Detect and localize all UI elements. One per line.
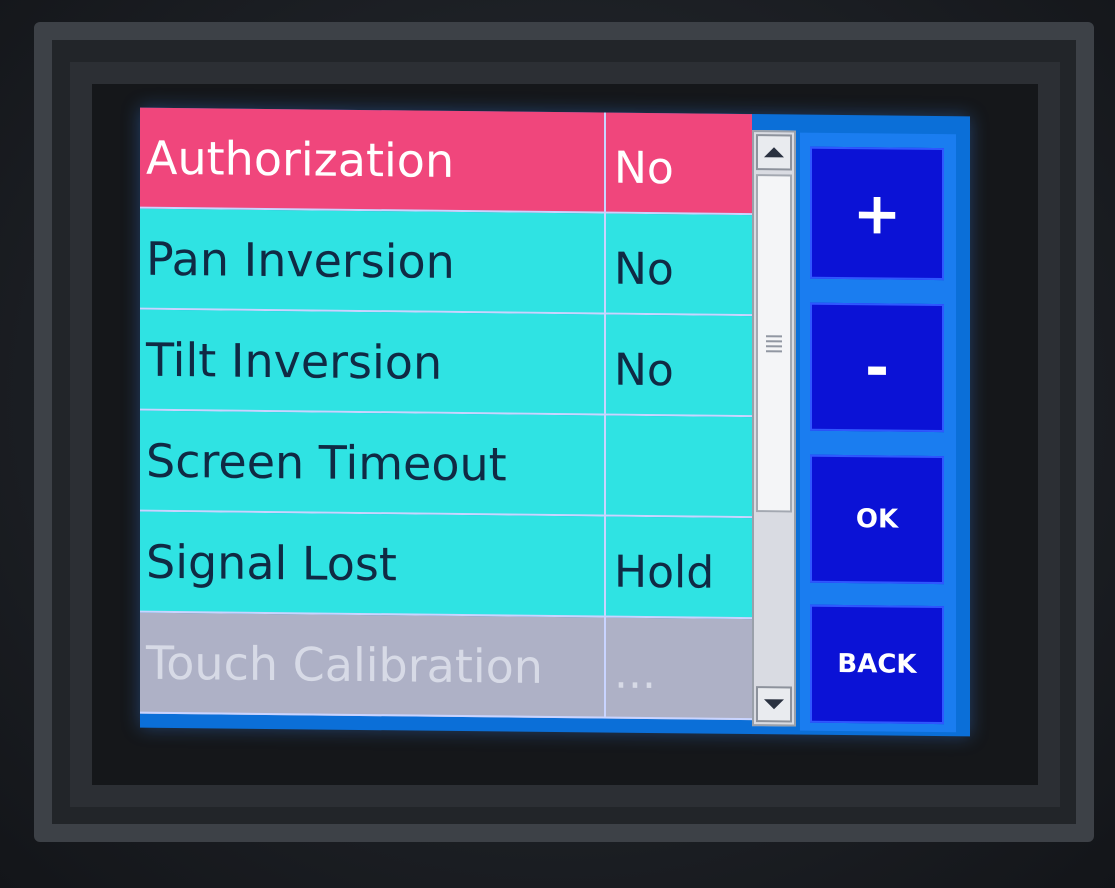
grip-icon (766, 334, 782, 352)
row-value: No (614, 243, 674, 296)
row-value: Hold (614, 546, 715, 599)
row-label: Screen Timeout (140, 410, 606, 515)
scroll-thumb[interactable] (756, 174, 792, 513)
row-label: Tilt Inversion (140, 309, 606, 414)
increment-button[interactable]: + (810, 146, 944, 281)
list-item-screen-timeout[interactable]: Screen Timeout (140, 410, 752, 519)
action-panel: + - OK BACK (800, 132, 956, 733)
list-item-touch-calibration[interactable]: Touch Calibration ... (140, 612, 752, 721)
scroll-down-button[interactable] (756, 686, 792, 723)
touch-screen: Authorization No Pan Inversion No Tilt I… (140, 107, 970, 737)
device-housing: Authorization No Pan Inversion No Tilt I… (0, 0, 1115, 888)
list-item-tilt-inversion[interactable]: Tilt Inversion No (140, 309, 752, 418)
decrement-button[interactable]: - (810, 302, 944, 433)
arrow-down-icon (764, 699, 784, 710)
list-item-signal-lost[interactable]: Signal Lost Hold (140, 511, 752, 620)
row-value: ... (614, 647, 656, 700)
settings-list: Authorization No Pan Inversion No Tilt I… (140, 107, 752, 724)
list-item-pan-inversion[interactable]: Pan Inversion No (140, 208, 752, 317)
back-button[interactable]: BACK (810, 604, 944, 725)
row-label: Touch Calibration (140, 612, 606, 717)
row-label: Authorization (140, 107, 606, 212)
row-value: No (614, 142, 674, 195)
list-item-authorization[interactable]: Authorization No (140, 107, 752, 216)
vertical-scrollbar[interactable] (752, 130, 796, 727)
row-value: No (614, 344, 674, 397)
row-label: Pan Inversion (140, 208, 606, 313)
row-label: Signal Lost (140, 511, 606, 616)
scroll-up-button[interactable] (756, 134, 792, 171)
ok-button[interactable]: OK (810, 454, 944, 585)
arrow-up-icon (764, 147, 784, 158)
row-value (606, 416, 752, 517)
